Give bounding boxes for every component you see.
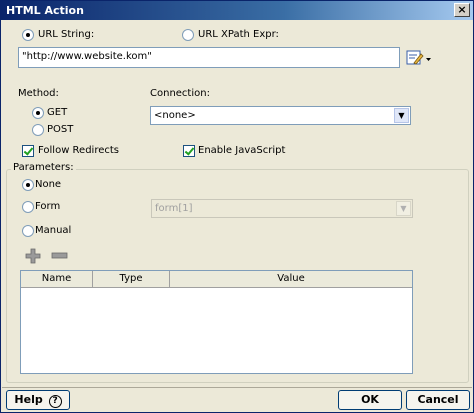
- method-label: Method:: [18, 88, 59, 99]
- close-button[interactable]: ×: [454, 3, 470, 17]
- parameters-form-label: Form: [35, 201, 61, 212]
- parameters-table[interactable]: Name Type Value: [20, 270, 413, 374]
- column-header-type[interactable]: Type: [93, 271, 170, 288]
- enable-javascript-label: Enable JavaScript: [198, 145, 286, 156]
- dialog-title: HTML Action: [6, 4, 84, 17]
- url-string-label: URL String:: [38, 29, 95, 40]
- follow-redirects-checkbox[interactable]: [22, 145, 34, 157]
- url-xpath-label: URL XPath Expr:: [198, 29, 279, 40]
- method-post-label: POST: [47, 124, 74, 135]
- connection-label: Connection:: [150, 88, 210, 99]
- parameters-none-label: None: [35, 179, 62, 190]
- title-bar: HTML Action ×: [1, 1, 473, 20]
- footer-divider: [2, 387, 472, 388]
- cancel-button[interactable]: Cancel: [406, 390, 470, 410]
- add-parameter-button[interactable]: [25, 248, 41, 264]
- follow-redirects-label: Follow Redirects: [38, 145, 119, 156]
- help-label: Help: [14, 393, 43, 406]
- url-input[interactable]: "http://www.website.kom": [18, 47, 400, 68]
- parameters-manual-radio[interactable]: [22, 225, 34, 237]
- add-parameter-icon: [25, 248, 41, 264]
- chevron-down-icon: ▼: [394, 108, 409, 123]
- method-post-radio[interactable]: [32, 124, 44, 136]
- close-icon: ×: [457, 3, 467, 16]
- form-select-value: form[1]: [155, 203, 193, 214]
- method-get-radio[interactable]: [32, 107, 44, 119]
- enable-javascript-checkbox[interactable]: [183, 145, 195, 157]
- parameters-form-radio[interactable]: [22, 201, 34, 213]
- url-string-radio[interactable]: [22, 29, 34, 41]
- parameters-manual-label: Manual: [35, 225, 72, 236]
- form-select[interactable]: form[1] ▼: [151, 199, 413, 218]
- method-get-label: GET: [47, 107, 68, 118]
- column-header-value[interactable]: Value: [170, 271, 412, 288]
- help-icon: ?: [48, 395, 62, 408]
- edit-expression-icon: [406, 50, 431, 65]
- connection-value: <none>: [154, 110, 196, 121]
- parameters-none-radio[interactable]: [22, 179, 34, 191]
- url-xpath-radio[interactable]: [182, 29, 194, 41]
- ok-button[interactable]: OK: [338, 390, 402, 410]
- parameters-label: Parameters:: [11, 162, 76, 173]
- edit-expression-button[interactable]: [406, 50, 432, 66]
- remove-parameter-button[interactable]: [51, 248, 69, 264]
- chevron-down-icon: ▼: [396, 201, 411, 216]
- help-button[interactable]: Help ?: [6, 390, 70, 410]
- column-header-name[interactable]: Name: [21, 271, 93, 288]
- html-action-dialog: HTML Action × URL String: URL XPath Expr…: [0, 0, 474, 413]
- connection-select[interactable]: <none> ▼: [150, 106, 411, 125]
- remove-parameter-icon: [51, 252, 68, 259]
